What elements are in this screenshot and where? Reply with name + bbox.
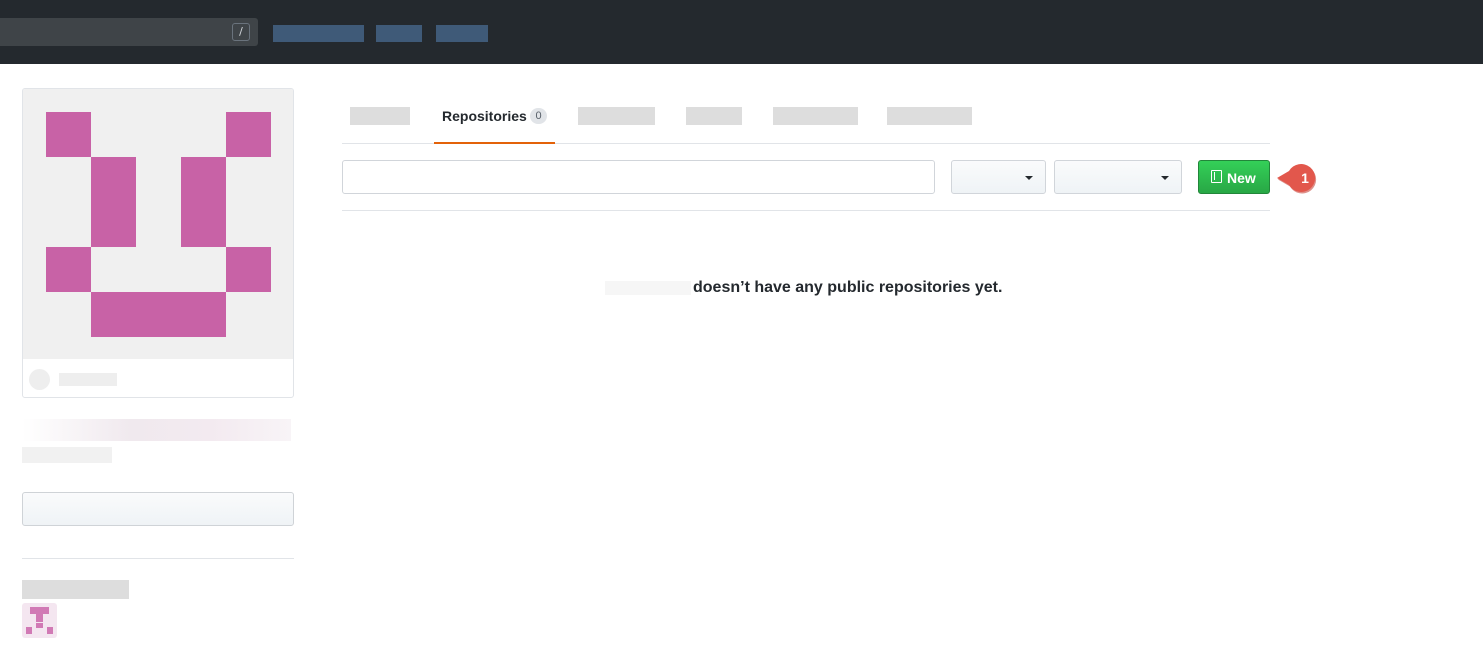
profile-login-redacted bbox=[22, 447, 112, 463]
sidebar-divider bbox=[22, 558, 294, 559]
repo-book-icon bbox=[1211, 170, 1222, 183]
profile-name-redacted bbox=[22, 419, 291, 441]
chevron-down-icon bbox=[1161, 176, 1169, 180]
type-filter-dropdown[interactable] bbox=[951, 160, 1046, 194]
tab-projects[interactable] bbox=[578, 107, 655, 125]
list-divider bbox=[342, 210, 1270, 211]
annotation-step-marker: 1 bbox=[1277, 164, 1317, 194]
follow-button[interactable] bbox=[22, 492, 294, 526]
status-text-placeholder[interactable] bbox=[59, 373, 117, 386]
tab-stars[interactable] bbox=[686, 107, 742, 125]
tab-followers[interactable] bbox=[773, 107, 858, 125]
profile-avatar-card[interactable] bbox=[22, 88, 294, 398]
nav-link-2[interactable] bbox=[376, 25, 422, 42]
empty-state: doesn’t have any public repositories yet… bbox=[605, 278, 1002, 298]
nav-link-1[interactable] bbox=[273, 25, 364, 42]
username-redacted bbox=[605, 281, 691, 295]
empty-state-message: doesn’t have any public repositories yet… bbox=[693, 279, 1003, 296]
new-repository-button[interactable]: New bbox=[1198, 160, 1270, 194]
chevron-down-icon bbox=[1025, 176, 1033, 180]
organizations-heading-placeholder bbox=[22, 580, 129, 599]
annotation-step-number: 1 bbox=[1301, 170, 1309, 186]
search-shortcut-key: / bbox=[232, 23, 250, 41]
find-repository-input[interactable] bbox=[342, 160, 935, 194]
organization-avatar[interactable] bbox=[22, 603, 57, 638]
new-button-label: New bbox=[1227, 170, 1256, 186]
nav-link-3[interactable] bbox=[436, 25, 488, 42]
tab-following[interactable] bbox=[887, 107, 972, 125]
identicon-avatar bbox=[23, 89, 293, 359]
status-emoji-icon[interactable] bbox=[29, 369, 50, 390]
language-filter-dropdown[interactable] bbox=[1054, 160, 1182, 194]
top-header: / bbox=[0, 0, 1483, 64]
tab-overview[interactable] bbox=[350, 107, 410, 125]
repositories-count-badge: 0 bbox=[530, 108, 547, 124]
tab-repositories-label: Repositories bbox=[442, 108, 527, 124]
tab-repositories[interactable]: Repositories 0 bbox=[434, 88, 555, 144]
search-input[interactable]: / bbox=[0, 18, 258, 46]
profile-tabs: Repositories 0 bbox=[342, 88, 1270, 144]
